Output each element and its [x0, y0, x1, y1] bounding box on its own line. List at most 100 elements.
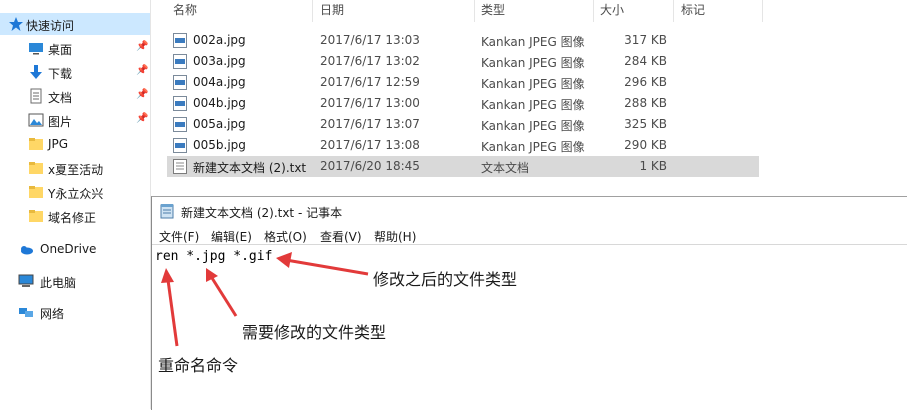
file-date: 2017/6/17 13:07	[320, 117, 420, 131]
file-name: 002a.jpg	[193, 33, 246, 47]
menu-view[interactable]: 查看(V)	[320, 228, 362, 245]
pin-icon: 📌	[136, 65, 149, 76]
text-file-icon	[173, 159, 187, 174]
column-divider[interactable]	[474, 0, 475, 22]
annotation-rename-cmd: 重命名命令	[158, 356, 239, 375]
nav-item-folder-jpg[interactable]: JPG	[0, 133, 150, 155]
folder-icon	[29, 186, 43, 198]
folder-icon	[29, 138, 43, 150]
nav-item-documents[interactable]: 文档 📌	[0, 85, 150, 107]
file-name: 新建文本文档 (2).txt	[193, 161, 307, 175]
jpeg-file-icon	[173, 117, 187, 132]
file-name: 005a.jpg	[193, 117, 246, 131]
pin-icon: 📌	[136, 41, 149, 52]
nav-item-downloads[interactable]: 下载 📌	[0, 61, 150, 83]
file-size: 284 KB	[624, 54, 667, 68]
menu-help[interactable]: 帮助(H)	[374, 228, 416, 245]
cloud-icon	[21, 246, 33, 255]
menu-file[interactable]: 文件(F)	[159, 228, 199, 245]
menu-format[interactable]: 格式(O)	[264, 228, 307, 245]
jpeg-file-icon	[173, 75, 187, 90]
file-name: 005b.jpg	[193, 138, 246, 152]
nav-item-label: 文档	[48, 91, 73, 105]
file-row-selected[interactable]: 新建文本文档 (2).txt 2017/6/20 18:45 文本文档 1 KB	[167, 156, 759, 177]
file-date: 2017/6/17 13:08	[320, 138, 420, 152]
file-row[interactable]: 003a.jpg 2017/6/17 13:02 Kankan JPEG 图像 …	[167, 51, 759, 72]
file-date: 2017/6/20 18:45	[320, 159, 420, 173]
nav-item-label: 桌面	[48, 43, 73, 57]
file-size: 325 KB	[624, 117, 667, 131]
jpeg-file-icon	[173, 33, 187, 48]
file-name: 004b.jpg	[193, 96, 246, 110]
nav-item-onedrive[interactable]: OneDrive	[0, 238, 150, 260]
nav-item-label: 下载	[48, 67, 73, 81]
file-size: 317 KB	[624, 33, 667, 47]
nav-item-label: Y永立众兴	[48, 187, 104, 201]
column-header-tags[interactable]: 标记	[681, 0, 705, 21]
nav-item-label: 此电脑	[40, 276, 77, 290]
nav-item-label: 图片	[48, 115, 73, 129]
jpeg-file-icon	[173, 54, 187, 69]
file-row[interactable]: 002a.jpg 2017/6/17 13:03 Kankan JPEG 图像 …	[167, 30, 759, 51]
column-header-date[interactable]: 日期	[320, 0, 344, 21]
menu-edit[interactable]: 编辑(E)	[211, 228, 252, 245]
pin-icon: 📌	[136, 113, 149, 124]
jpeg-file-icon	[173, 138, 187, 153]
annotation-before-type: 需要修改的文件类型	[242, 323, 387, 342]
picture-icon	[28, 113, 44, 127]
network-icon	[19, 308, 33, 317]
navigation-pane: 快速访问 桌面 📌 下载 📌 文档 📌 图片 📌 JPG x夏至活动 Y永立众兴…	[0, 0, 150, 409]
file-size: 296 KB	[624, 75, 667, 89]
nav-item-label: OneDrive	[40, 242, 97, 256]
file-date: 2017/6/17 13:03	[320, 33, 420, 47]
jpeg-file-icon	[173, 96, 187, 111]
file-name: 004a.jpg	[193, 75, 246, 89]
file-date: 2017/6/17 12:59	[320, 75, 420, 89]
notepad-window: 新建文本文档 (2).txt - 记事本 文件(F) 编辑(E) 格式(O) 查…	[151, 196, 907, 410]
nav-item-label: JPG	[48, 137, 69, 151]
folder-icon	[29, 162, 43, 174]
nav-item-label: 快速访问	[26, 19, 75, 33]
nav-item-this-pc[interactable]: 此电脑	[0, 270, 150, 292]
file-date: 2017/6/17 13:00	[320, 96, 420, 110]
column-divider[interactable]	[312, 0, 313, 22]
file-row[interactable]: 004b.jpg 2017/6/17 13:00 Kankan JPEG 图像 …	[167, 93, 759, 114]
document-icon	[30, 88, 42, 104]
file-row[interactable]: 005a.jpg 2017/6/17 13:07 Kankan JPEG 图像 …	[167, 114, 759, 135]
nav-item-label: 网络	[40, 307, 65, 321]
nav-item-label: x夏至活动	[48, 163, 104, 177]
nav-item-folder-summer[interactable]: x夏至活动	[0, 157, 150, 179]
column-divider[interactable]	[673, 0, 674, 22]
nav-item-folder-domain[interactable]: 域名修正	[0, 205, 150, 227]
pin-icon: 📌	[136, 89, 149, 100]
column-divider[interactable]	[593, 0, 594, 22]
notepad-title: 新建文本文档 (2).txt - 记事本	[181, 206, 343, 220]
nav-item-pictures[interactable]: 图片 📌	[0, 109, 150, 131]
folder-icon	[29, 210, 43, 222]
file-size: 1 KB	[639, 159, 667, 173]
nav-item-folder-yongli[interactable]: Y永立众兴	[0, 181, 150, 203]
file-name: 003a.jpg	[193, 54, 246, 68]
column-divider[interactable]	[762, 0, 763, 22]
download-icon	[30, 65, 42, 79]
desktop-icon	[29, 43, 43, 55]
nav-item-desktop[interactable]: 桌面 📌	[0, 37, 150, 59]
notepad-title-bar[interactable]: 新建文本文档 (2).txt - 记事本	[152, 197, 907, 225]
nav-item-quick-access[interactable]: 快速访问	[0, 13, 150, 35]
nav-item-network[interactable]: 网络	[0, 301, 150, 323]
file-type: 文本文档	[481, 161, 530, 175]
annotation-after-type: 修改之后的文件类型	[373, 270, 518, 289]
column-header-size[interactable]: 大小	[600, 0, 624, 21]
notepad-menu-bar: 文件(F) 编辑(E) 格式(O) 查看(V) 帮助(H)	[152, 225, 907, 245]
file-date: 2017/6/17 13:02	[320, 54, 420, 68]
nav-item-label: 域名修正	[48, 211, 97, 225]
column-header-name[interactable]: 名称	[173, 0, 197, 21]
file-row[interactable]: 005b.jpg 2017/6/17 13:08 Kankan JPEG 图像 …	[167, 135, 759, 156]
file-size: 288 KB	[624, 96, 667, 110]
column-header-type[interactable]: 类型	[481, 0, 505, 21]
file-size: 290 KB	[624, 138, 667, 152]
computer-icon	[18, 274, 34, 287]
file-row[interactable]: 004a.jpg 2017/6/17 12:59 Kankan JPEG 图像 …	[167, 72, 759, 93]
notepad-text-area[interactable]: ren *.jpg *.gif	[155, 249, 272, 264]
notepad-icon	[160, 204, 174, 219]
